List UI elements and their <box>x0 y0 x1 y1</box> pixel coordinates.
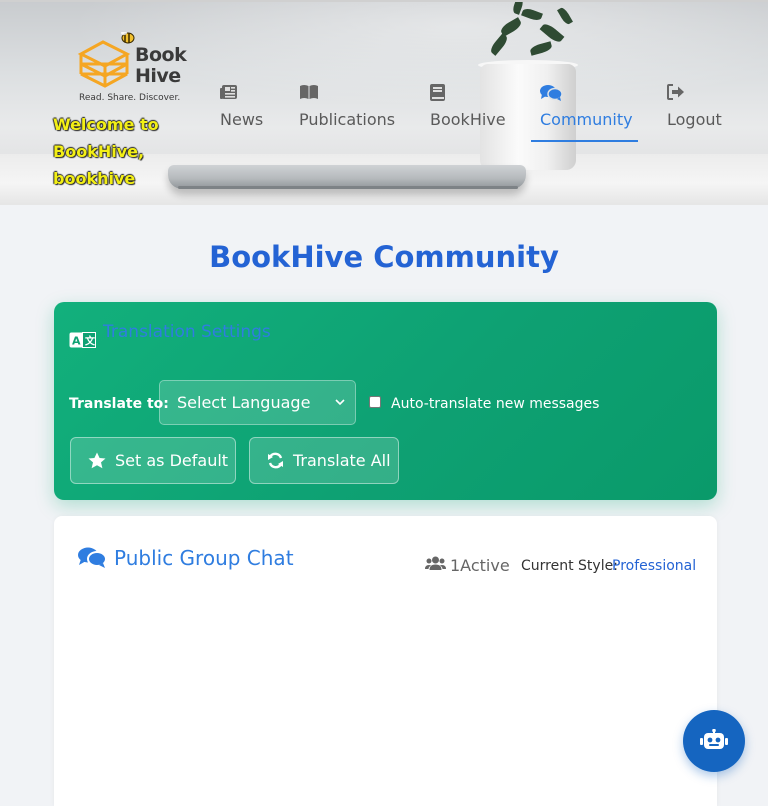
chevron-down-icon <box>335 399 345 406</box>
auto-translate-label: Auto-translate new messages <box>391 396 600 412</box>
nav-item-bookhive[interactable]: BookHive <box>430 82 506 142</box>
star-icon <box>88 452 106 469</box>
welcome-message: Welcome to BookHive, bookhive <box>53 115 159 188</box>
nav-label-community: Community <box>540 110 633 129</box>
newspaper-icon <box>220 82 238 102</box>
language-select-value: Select Language <box>177 393 311 412</box>
chat-title: Public Group Chat <box>114 546 294 570</box>
brand-logo[interactable]: Book Hive Read. Share. Discover. <box>77 24 189 106</box>
nav-item-logout[interactable]: Logout <box>667 82 722 142</box>
brand-name-line1: Book <box>135 44 187 66</box>
set-as-default-button[interactable]: Set as Default <box>70 437 236 484</box>
nav-label-publications: Publications <box>299 110 396 129</box>
translate-to-label: Translate to: <box>69 396 169 412</box>
logout-icon <box>667 82 685 102</box>
chatbot-button[interactable] <box>683 710 745 772</box>
svg-text:A: A <box>72 335 81 348</box>
translation-settings-title: Translation Settings <box>103 322 271 342</box>
current-style-value[interactable]: Professional <box>612 558 696 574</box>
translate-icon: A文 <box>69 332 96 353</box>
users-icon <box>425 556 446 576</box>
current-style-label: Current Style: <box>521 558 618 574</box>
group-chat-card: Public Group Chat 1Active Current Style:… <box>54 516 717 806</box>
book-open-icon <box>299 82 319 102</box>
nav-item-publications[interactable]: Publications <box>299 82 395 142</box>
nav-label-logout: Logout <box>667 110 722 129</box>
brand-tagline: Read. Share. Discover. <box>79 93 181 103</box>
book-icon <box>430 82 445 102</box>
sync-icon <box>267 452 284 469</box>
language-select[interactable]: Select Language <box>159 380 356 425</box>
active-tab-indicator <box>531 140 638 142</box>
translation-settings-card: A文 Translation Settings Translate to: Se… <box>54 302 717 500</box>
comments-icon <box>78 546 107 573</box>
set-as-default-label: Set as Default <box>115 451 229 470</box>
svg-text:文: 文 <box>85 335 96 348</box>
comments-icon <box>540 82 562 102</box>
auto-translate-checkbox[interactable] <box>369 396 381 408</box>
nav-label-bookhive: BookHive <box>430 110 506 129</box>
translate-all-button[interactable]: Translate All <box>249 437 399 484</box>
header-banner: Book Hive Read. Share. Discover. Welcome… <box>0 0 768 205</box>
page-title: BookHive Community <box>209 240 559 274</box>
book-stack-logo-icon <box>77 32 135 88</box>
translate-all-label: Translate All <box>293 451 391 470</box>
nav-item-news[interactable]: News <box>220 82 263 142</box>
active-user-count: 1Active <box>450 556 510 575</box>
nav-label-news: News <box>220 110 264 129</box>
robot-icon <box>700 729 728 749</box>
nav-item-community[interactable]: Community <box>540 82 633 142</box>
brand-name-line2: Hive <box>135 65 181 87</box>
